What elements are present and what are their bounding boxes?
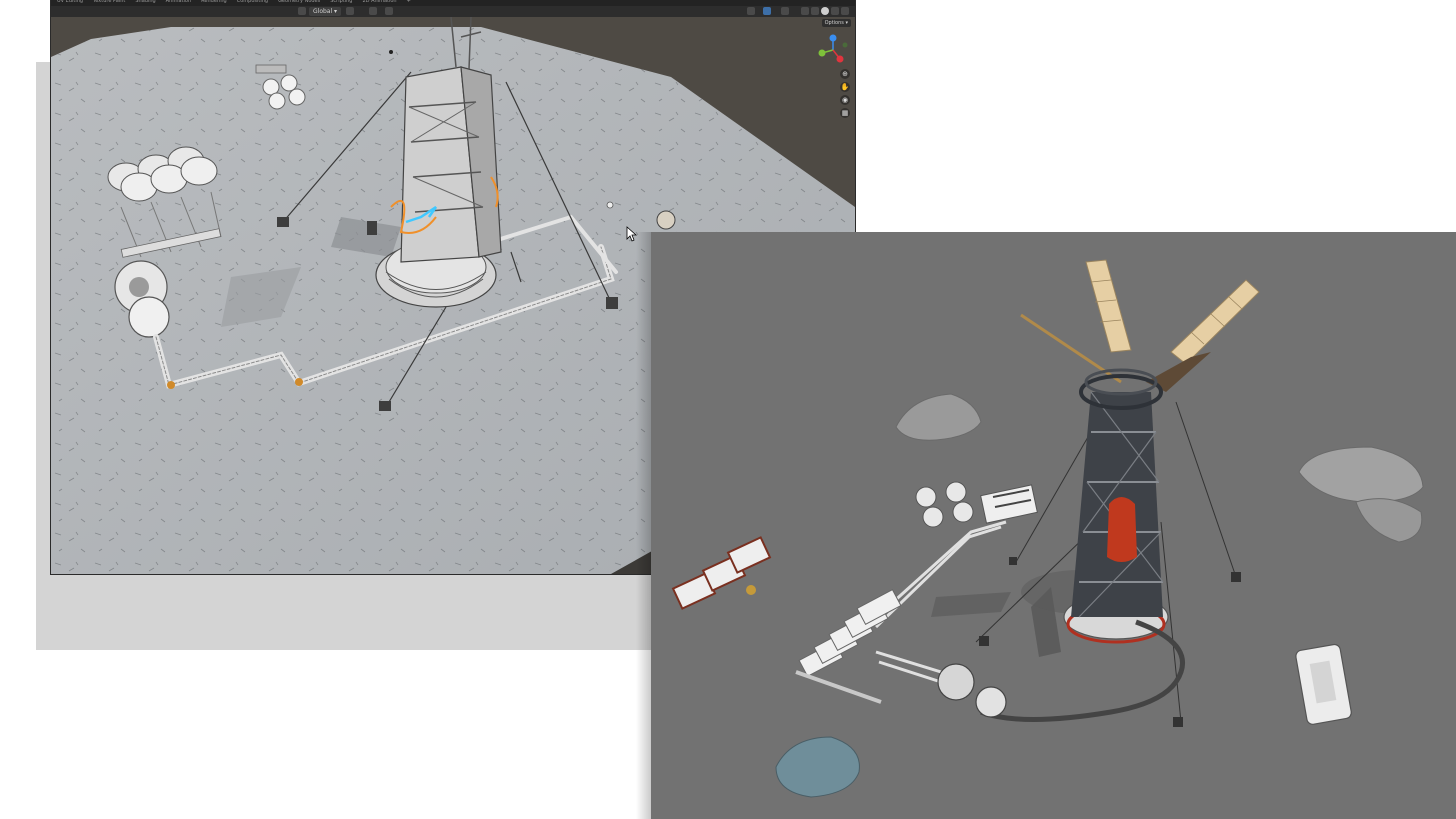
workspace-tab[interactable]: Shading	[135, 0, 155, 4]
workspace-tabs: UV Editing Texture Paint Shading Animation R…	[57, 0, 411, 4]
material-shading-icon[interactable]	[831, 7, 839, 15]
gizmo-y-axis[interactable]	[818, 49, 826, 57]
snap-icon[interactable]	[369, 7, 377, 15]
workspace-tab[interactable]: 2D Animation	[362, 0, 396, 4]
viewport-header: Global ▾	[51, 6, 855, 17]
workspace-tab[interactable]: +	[407, 0, 411, 4]
options-dropdown[interactable]: Options ▾	[821, 19, 851, 27]
transform-icon[interactable]	[298, 7, 306, 15]
rendered-shading-icon[interactable]	[841, 7, 849, 15]
gizmo-toggle-icon[interactable]	[763, 7, 771, 15]
workspace-tab[interactable]: Compositing	[237, 0, 268, 4]
proportional-edit-icon[interactable]	[385, 7, 393, 15]
workspace-tab[interactable]: UV Editing	[57, 0, 83, 4]
navigation-gizmo[interactable]	[816, 33, 850, 67]
workspace-tab[interactable]: Animation	[166, 0, 192, 4]
xray-icon[interactable]	[801, 7, 809, 15]
workspace-tab[interactable]: Scripting	[330, 0, 352, 4]
visibility-icon[interactable]	[747, 7, 755, 15]
pan-hand-icon[interactable]: ✋	[840, 82, 850, 92]
transform-orientation-label: Global	[313, 8, 333, 15]
render-scene	[651, 232, 1456, 819]
camera-icon[interactable]: ◉	[840, 95, 850, 105]
grid-view-icon[interactable]: ▦	[840, 108, 850, 118]
wireframe-shading-icon[interactable]	[811, 7, 819, 15]
zoom-icon[interactable]: ⊕	[840, 69, 850, 79]
gizmo-x-axis[interactable]	[836, 55, 844, 63]
workspace-tab[interactable]: Rendering	[201, 0, 227, 4]
solid-shading-icon[interactable]	[821, 7, 829, 15]
render-shadow	[636, 232, 652, 819]
pivot-point-icon[interactable]	[346, 7, 354, 15]
overlay-icon[interactable]	[781, 7, 789, 15]
gizmo-z-axis[interactable]	[829, 34, 837, 42]
transform-orientation-dropdown[interactable]: Global ▾	[309, 7, 342, 16]
workspace-tab[interactable]: Geometry Nodes	[278, 0, 320, 4]
options-label: Options	[824, 20, 844, 26]
render-preview	[651, 232, 1456, 819]
workspace-tab[interactable]: Texture Paint	[93, 0, 125, 4]
gizmo-neg-y[interactable]	[842, 42, 848, 48]
